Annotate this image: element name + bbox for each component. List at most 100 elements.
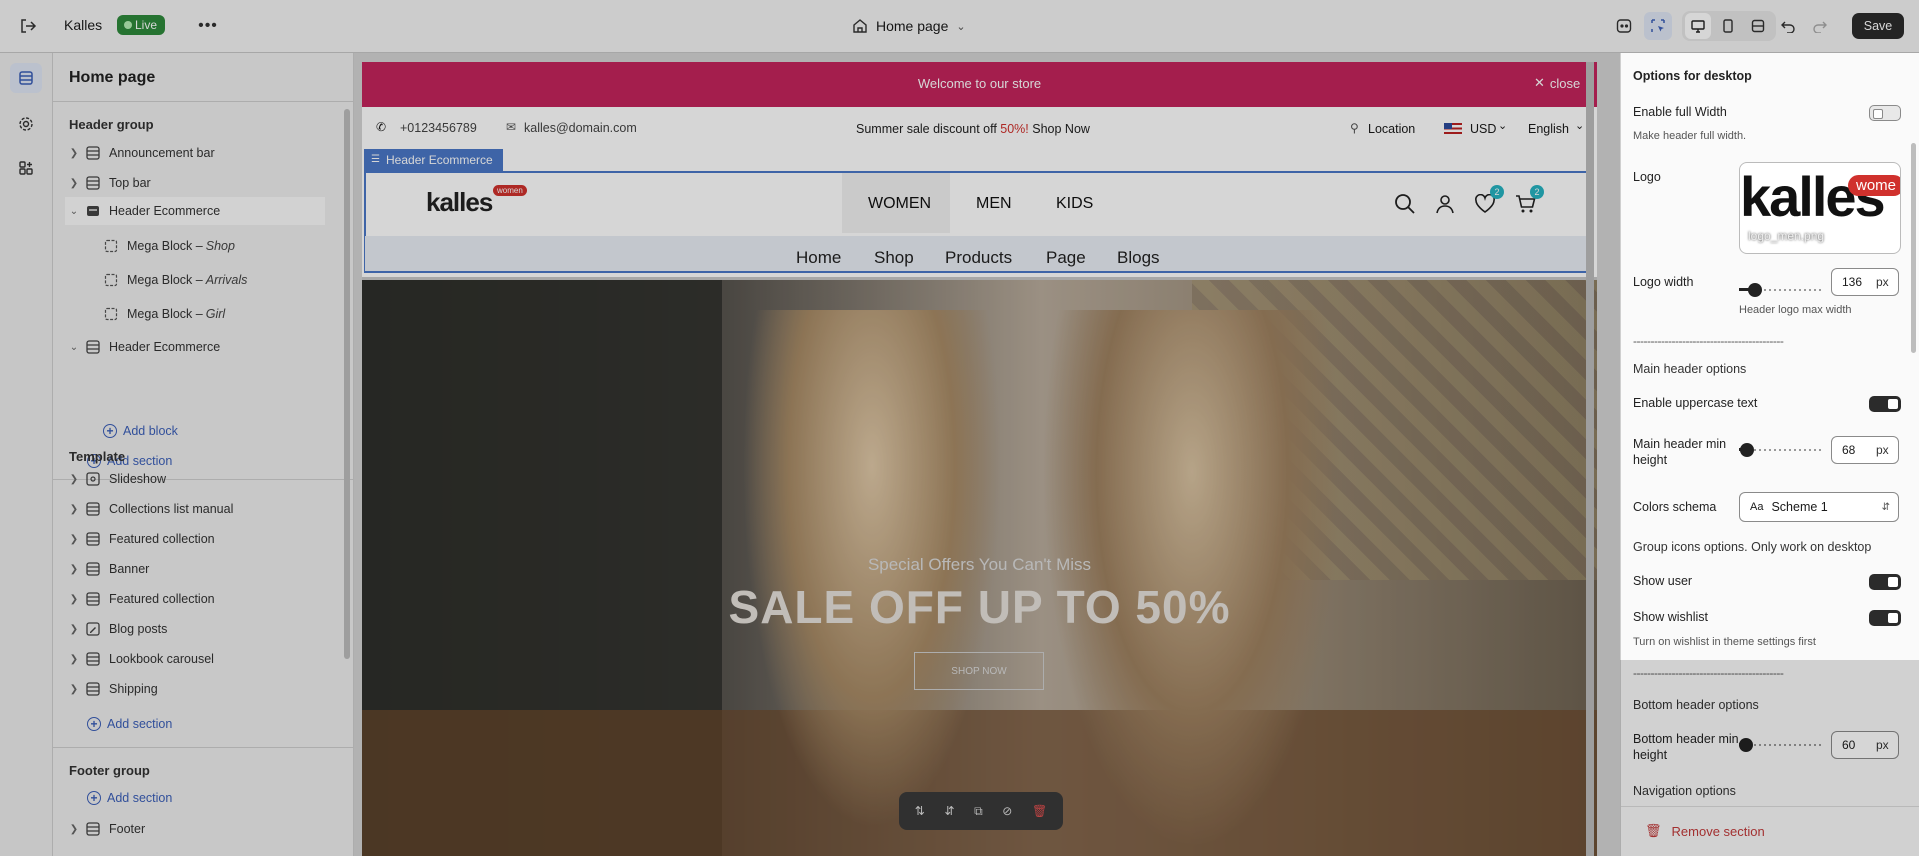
more-options-icon[interactable]: •••	[196, 14, 220, 38]
sidebar-item-top-bar[interactable]: ❯ Top bar	[67, 169, 323, 197]
bottom-min-height-input[interactable]: 60 px	[1831, 731, 1899, 759]
store-top-bar[interactable]: ✆ +0123456789 ✉ kalles@domain.com Summer…	[362, 107, 1597, 149]
chevron-down-icon[interactable]: ⌄	[67, 206, 81, 217]
currency-selector[interactable]: USD	[1470, 122, 1496, 136]
sidebar-item-featured-collection[interactable]: ❯ Featured collection	[67, 525, 323, 553]
slider-knob[interactable]	[1740, 443, 1755, 457]
panel-scrollbar[interactable]	[1911, 143, 1916, 353]
sidebar-item-featured-collection-2[interactable]: ❯ Featured collection	[67, 585, 323, 613]
chevron-right-icon[interactable]: ❯	[67, 654, 81, 665]
sidebar-scrollbar[interactable]	[344, 109, 350, 659]
sidebar-item-header-ecommerce-2[interactable]: ⌄ Header Ecommerce	[67, 333, 323, 361]
exit-icon[interactable]	[16, 14, 40, 38]
shop-now-button[interactable]: SHOP NOW	[914, 652, 1044, 690]
sidebar-item-blog-posts[interactable]: ❯ Blog posts	[67, 615, 323, 643]
sidebar-item-footer[interactable]: ❯ Footer	[67, 815, 323, 843]
announcement-bar[interactable]: Welcome to our store ✕ close	[362, 62, 1597, 107]
undo-icon[interactable]	[1776, 14, 1800, 38]
logo-picker[interactable]: kalles wome logo_men.png	[1739, 162, 1901, 254]
add-block-button[interactable]: + Add block	[103, 424, 178, 438]
add-section-button-template[interactable]: + Add section	[87, 717, 172, 731]
inspector-icon[interactable]	[1644, 12, 1672, 40]
nav-home[interactable]: Home	[796, 248, 841, 268]
chevron-right-icon[interactable]: ❯	[67, 594, 81, 605]
sidebar-item-mega-block-arrivals[interactable]: Mega Block – Arrivals	[99, 266, 319, 294]
apps-icon[interactable]	[10, 153, 42, 183]
language-selector[interactable]: English	[1528, 122, 1569, 136]
full-width-hint: Make header full width.	[1633, 130, 1747, 142]
remove-section-button[interactable]: 🗑 Remove section	[1645, 823, 1765, 839]
duplicate-icon[interactable]: ⧉	[974, 804, 983, 819]
announcement-close[interactable]: ✕ close	[1534, 75, 1580, 91]
fullscreen-icon[interactable]	[1745, 13, 1771, 39]
colors-schema-select[interactable]: Aa Scheme 1 ⇵	[1739, 492, 1899, 522]
move-up-icon[interactable]: ⇅	[915, 804, 925, 818]
sidebar-item-mega-block-girl[interactable]: Mega Block – Girl	[99, 300, 319, 328]
chevron-down-icon[interactable]: ⌄	[67, 342, 81, 353]
search-icon[interactable]	[1392, 191, 1418, 217]
slideshow-icon	[85, 472, 101, 486]
promo-link[interactable]: Shop Now	[1032, 122, 1090, 136]
show-wishlist-toggle[interactable]	[1869, 610, 1901, 626]
sidebar-item-header-ecommerce[interactable]: ⌄ Header Ecommerce	[65, 197, 325, 225]
sidebar-item-announcement-bar[interactable]: ❯ Announcement bar	[67, 139, 323, 167]
nav-products[interactable]: Products	[945, 248, 1012, 268]
delete-icon[interactable]: 🗑	[1032, 804, 1047, 818]
sidebar-item-slideshow[interactable]: ❯ Slideshow	[67, 465, 323, 493]
chevron-right-icon[interactable]: ❯	[67, 534, 81, 545]
full-width-toggle[interactable]	[1869, 105, 1901, 121]
location-link[interactable]: Location	[1368, 122, 1415, 136]
desktop-icon[interactable]	[1685, 13, 1711, 39]
page-selector[interactable]: Home page ⌄	[852, 14, 966, 38]
header-ecommerce[interactable]: ☰ Header Ecommerce kalles women WOMEN ME…	[362, 149, 1597, 277]
chevron-right-icon[interactable]: ❯	[67, 474, 81, 485]
nav-kids[interactable]: KIDS	[1056, 195, 1093, 213]
section-label-tag[interactable]: ☰ Header Ecommerce	[364, 149, 503, 171]
preview-scrollbar[interactable]	[1586, 62, 1594, 856]
add-section-button-footer[interactable]: + Add section	[87, 791, 172, 805]
save-button[interactable]: Save	[1852, 13, 1904, 39]
chevron-right-icon[interactable]: ❯	[67, 824, 81, 835]
chevron-right-icon[interactable]: ❯	[67, 504, 81, 515]
sidebar-item-mega-block-shop[interactable]: Mega Block – Shop	[99, 232, 319, 260]
chevron-right-icon[interactable]: ❯	[67, 624, 81, 635]
chevron-right-icon[interactable]: ❯	[67, 564, 81, 575]
nav-blogs[interactable]: Blogs	[1117, 248, 1160, 268]
theme-settings-icon[interactable]	[1612, 14, 1636, 38]
main-min-height-slider[interactable]	[1739, 442, 1821, 458]
sidebar-item-banner[interactable]: ❯ Banner	[67, 555, 323, 583]
move-down-icon[interactable]: ⇵	[944, 804, 954, 818]
sidebar-item-shipping[interactable]: ❯ Shipping	[67, 675, 323, 703]
slider-knob[interactable]	[1739, 738, 1753, 752]
sections-icon[interactable]	[10, 63, 42, 93]
chevron-right-icon[interactable]: ❯	[67, 684, 81, 695]
hide-icon[interactable]: ⊘	[1002, 804, 1012, 818]
add-section-label: Add section	[107, 717, 173, 731]
blog-icon	[85, 622, 101, 636]
nav-men[interactable]: MEN	[976, 195, 1012, 213]
logo-width-input[interactable]: 136 px	[1831, 268, 1899, 296]
logo-width-slider[interactable]	[1739, 282, 1821, 298]
bottom-min-height-slider[interactable]	[1739, 737, 1821, 753]
hero-slideshow[interactable]: Special Offers You Can't Miss SALE OFF U…	[362, 280, 1597, 856]
chevron-right-icon[interactable]: ❯	[67, 178, 81, 189]
phone-number[interactable]: +0123456789	[400, 121, 477, 135]
email-address[interactable]: kalles@domain.com	[524, 121, 637, 135]
close-icon: ✕	[1534, 75, 1545, 90]
user-icon[interactable]	[1432, 191, 1458, 217]
sidebar-item-collections-list[interactable]: ❯ Collections list manual	[67, 495, 323, 523]
nav-page[interactable]: Page	[1046, 248, 1086, 268]
store-logo[interactable]: kalles women	[426, 185, 527, 218]
main-min-height-input[interactable]: 68 px	[1831, 436, 1899, 464]
nav-women[interactable]: WOMEN	[868, 195, 931, 213]
show-user-toggle[interactable]	[1869, 574, 1901, 590]
mobile-icon[interactable]	[1715, 13, 1741, 39]
redo-icon[interactable]	[1808, 14, 1832, 38]
sidebar-item-lookbook-carousel[interactable]: ❯ Lookbook carousel	[67, 645, 323, 673]
sidebar-item-label: Header Ecommerce	[109, 204, 221, 218]
gear-icon[interactable]	[10, 109, 42, 139]
slider-knob[interactable]	[1747, 283, 1762, 297]
chevron-right-icon[interactable]: ❯	[67, 148, 81, 159]
nav-shop[interactable]: Shop	[874, 248, 914, 268]
uppercase-toggle[interactable]	[1869, 396, 1901, 412]
